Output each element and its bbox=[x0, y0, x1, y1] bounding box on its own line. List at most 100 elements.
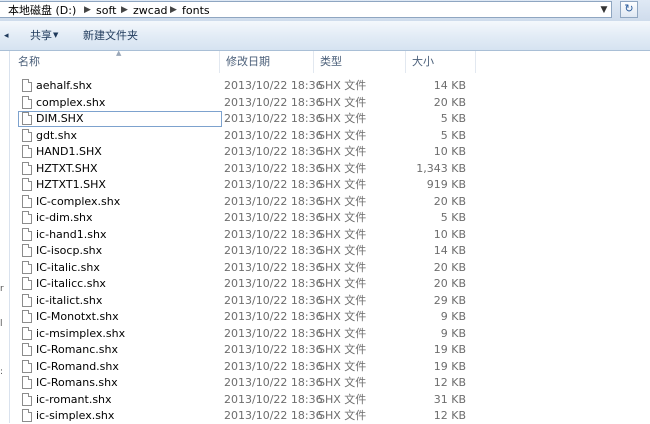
nav-item-fragment[interactable]: : bbox=[0, 367, 3, 377]
file-date: 2013/10/22 18:36 bbox=[224, 95, 323, 109]
file-row[interactable]: IC-isocp.shx 2013/10/22 18:36 SHX 文件 14 KB bbox=[10, 243, 470, 259]
address-dropdown-icon[interactable]: ▼ bbox=[597, 3, 611, 18]
file-size: 19 KB bbox=[433, 359, 466, 373]
file-size: 9 KB bbox=[440, 310, 466, 323]
file-name[interactable]: IC-Romanc.shx bbox=[36, 342, 118, 358]
file-size: 12 KB bbox=[433, 376, 466, 389]
file-icon bbox=[22, 227, 32, 241]
file-row[interactable]: ic-romant.shx 2013/10/22 18:36 SHX 文件 31 KB bbox=[10, 392, 470, 408]
breadcrumb-separator-icon[interactable]: ▶ bbox=[170, 3, 177, 18]
file-name[interactable]: IC-complex.shx bbox=[36, 194, 120, 210]
file-name[interactable]: ic-simplex.shx bbox=[36, 408, 114, 424]
navigation-pane[interactable]: r l : bbox=[0, 51, 10, 423]
file-icon bbox=[22, 326, 32, 340]
column-date-modified[interactable]: 修改日期 bbox=[220, 51, 314, 73]
new-folder-button[interactable]: 新建文件夹 bbox=[83, 28, 138, 44]
file-size: 20 KB bbox=[433, 260, 466, 274]
nav-item-fragment[interactable]: l bbox=[0, 319, 3, 329]
file-name[interactable]: complex.shx bbox=[36, 95, 105, 111]
file-size: 20 KB bbox=[433, 95, 466, 109]
share-button[interactable]: 共享 bbox=[30, 28, 52, 44]
refresh-button[interactable]: ↻ bbox=[620, 1, 638, 18]
file-icon bbox=[22, 409, 32, 422]
file-row[interactable]: DIM.SHX 2013/10/22 18:36 SHX 文件 5 KB bbox=[10, 111, 470, 127]
file-row[interactable]: complex.shx 2013/10/22 18:36 SHX 文件 20 KB bbox=[10, 95, 470, 111]
file-name[interactable]: HZTXT1.SHX bbox=[36, 177, 106, 193]
file-icon bbox=[22, 95, 32, 109]
breadcrumb-separator-icon[interactable]: ▶ bbox=[121, 3, 128, 18]
file-name[interactable]: IC-Romans.shx bbox=[36, 375, 118, 391]
file-icon bbox=[22, 194, 32, 208]
file-row[interactable]: HZTXT1.SHX 2013/10/22 18:36 SHX 文件 919 KB bbox=[10, 177, 470, 193]
file-row[interactable]: IC-Romanc.shx 2013/10/22 18:36 SHX 文件 19 KB bbox=[10, 342, 470, 358]
file-row[interactable]: ic-simplex.shx 2013/10/22 18:36 SHX 文件 12 K… bbox=[10, 408, 470, 424]
file-name[interactable]: HAND1.SHX bbox=[36, 144, 102, 160]
file-icon bbox=[22, 293, 32, 307]
breadcrumb-drive[interactable]: 本地磁盘 (D:) bbox=[8, 3, 76, 18]
file-row[interactable]: IC-Monotxt.shx 2013/10/22 18:36 SHX 文件 9 KB bbox=[10, 309, 470, 325]
breadcrumb-fonts[interactable]: fonts bbox=[182, 3, 210, 18]
file-icon bbox=[22, 79, 32, 92]
column-type[interactable]: 类型 bbox=[314, 51, 406, 73]
file-name[interactable]: IC-italic.shx bbox=[36, 260, 100, 276]
file-name[interactable]: IC-italicc.shx bbox=[36, 276, 106, 292]
file-row[interactable]: IC-italic.shx 2013/10/22 18:36 SHX 文件 20 KB bbox=[10, 260, 470, 276]
file-name[interactable]: ic-hand1.shx bbox=[36, 227, 106, 243]
file-type: SHX 文件 bbox=[318, 260, 367, 274]
file-type: SHX 文件 bbox=[318, 244, 367, 257]
file-row[interactable]: HAND1.SHX 2013/10/22 18:36 SHX 文件 10 KB bbox=[10, 144, 470, 160]
file-size: 29 KB bbox=[433, 293, 466, 307]
file-type: SHX 文件 bbox=[318, 178, 367, 191]
file-name[interactable]: HZTXT.SHX bbox=[36, 161, 98, 177]
file-icon bbox=[22, 392, 32, 406]
file-date: 2013/10/22 18:36 bbox=[224, 194, 323, 208]
file-name[interactable]: ic-italict.shx bbox=[36, 293, 102, 309]
file-row[interactable]: aehalf.shx 2013/10/22 18:36 SHX 文件 14 KB bbox=[10, 78, 470, 94]
breadcrumb-zwcad[interactable]: zwcad bbox=[133, 3, 168, 18]
file-row[interactable]: IC-Romans.shx 2013/10/22 18:36 SHX 文件 12 KB bbox=[10, 375, 470, 391]
file-date: 2013/10/22 18:36 bbox=[224, 244, 323, 257]
file-row[interactable]: IC-italicc.shx 2013/10/22 18:36 SHX 文件 20 K… bbox=[10, 276, 470, 292]
file-row[interactable]: ic-hand1.shx 2013/10/22 18:36 SHX 文件 10 KB bbox=[10, 227, 470, 243]
column-name[interactable]: 名称 bbox=[12, 51, 220, 73]
file-name[interactable]: ic-msimplex.shx bbox=[36, 326, 125, 342]
file-size: 5 KB bbox=[440, 211, 466, 224]
address-bar: 本地磁盘 (D:) ▶ soft ▶ zwcad ▶ fonts ▼ ↻ bbox=[0, 0, 650, 21]
file-name[interactable]: ic-dim.shx bbox=[36, 210, 93, 226]
file-name[interactable]: IC-Monotxt.shx bbox=[36, 309, 119, 325]
file-row[interactable]: IC-complex.shx 2013/10/22 18:36 SHX 文件 20 K… bbox=[10, 194, 470, 210]
file-date: 2013/10/22 18:36 bbox=[224, 128, 323, 142]
breadcrumb-separator-icon[interactable]: ▶ bbox=[84, 3, 91, 18]
chevron-down-icon[interactable]: ▼ bbox=[53, 31, 58, 39]
nav-item-fragment[interactable]: r bbox=[0, 284, 4, 294]
column-size[interactable]: 大小 bbox=[406, 51, 476, 73]
file-type: SHX 文件 bbox=[318, 293, 367, 307]
column-header: ▲ 名称 修改日期 类型 大小 bbox=[10, 49, 650, 73]
file-row[interactable]: ic-msimplex.shx 2013/10/22 18:36 SHX 文件 9 K… bbox=[10, 326, 470, 342]
file-row[interactable]: IC-Romand.shx 2013/10/22 18:36 SHX 文件 19 KB bbox=[10, 359, 470, 375]
file-row[interactable]: gdt.shx 2013/10/22 18:36 SHX 文件 5 KB bbox=[10, 128, 470, 144]
file-icon bbox=[22, 359, 32, 373]
breadcrumb[interactable]: 本地磁盘 (D:) ▶ soft ▶ zwcad ▶ fonts ▼ bbox=[0, 1, 612, 18]
breadcrumb-soft[interactable]: soft bbox=[96, 3, 116, 18]
file-size: 14 KB bbox=[433, 244, 466, 257]
toolbar-overflow-icon[interactable]: ◂ bbox=[4, 28, 9, 44]
file-icon bbox=[22, 145, 32, 158]
file-row[interactable]: ic-italict.shx 2013/10/22 18:36 SHX 文件 29 K… bbox=[10, 293, 470, 309]
file-name[interactable]: IC-Romand.shx bbox=[36, 359, 119, 375]
file-name[interactable]: gdt.shx bbox=[36, 128, 77, 144]
file-row[interactable]: ic-dim.shx 2013/10/22 18:36 SHX 文件 5 KB bbox=[10, 210, 470, 226]
file-size: 10 KB bbox=[433, 145, 466, 158]
command-bar: ◂ 共享 ▼ 新建文件夹 bbox=[0, 21, 650, 51]
file-row[interactable]: HZTXT.SHX 2013/10/22 18:36 SHX 文件 1,343 KB bbox=[10, 161, 470, 177]
file-size: 31 KB bbox=[433, 392, 466, 406]
file-type: SHX 文件 bbox=[318, 211, 367, 224]
file-name[interactable]: ic-romant.shx bbox=[36, 392, 112, 408]
file-name[interactable]: IC-isocp.shx bbox=[36, 243, 102, 259]
file-size: 12 KB bbox=[433, 409, 466, 422]
file-date: 2013/10/22 18:36 bbox=[224, 112, 323, 125]
file-type: SHX 文件 bbox=[318, 326, 367, 340]
file-size: 19 KB bbox=[433, 343, 466, 356]
file-name[interactable]: aehalf.shx bbox=[36, 78, 92, 94]
file-name[interactable]: DIM.SHX bbox=[36, 111, 84, 127]
